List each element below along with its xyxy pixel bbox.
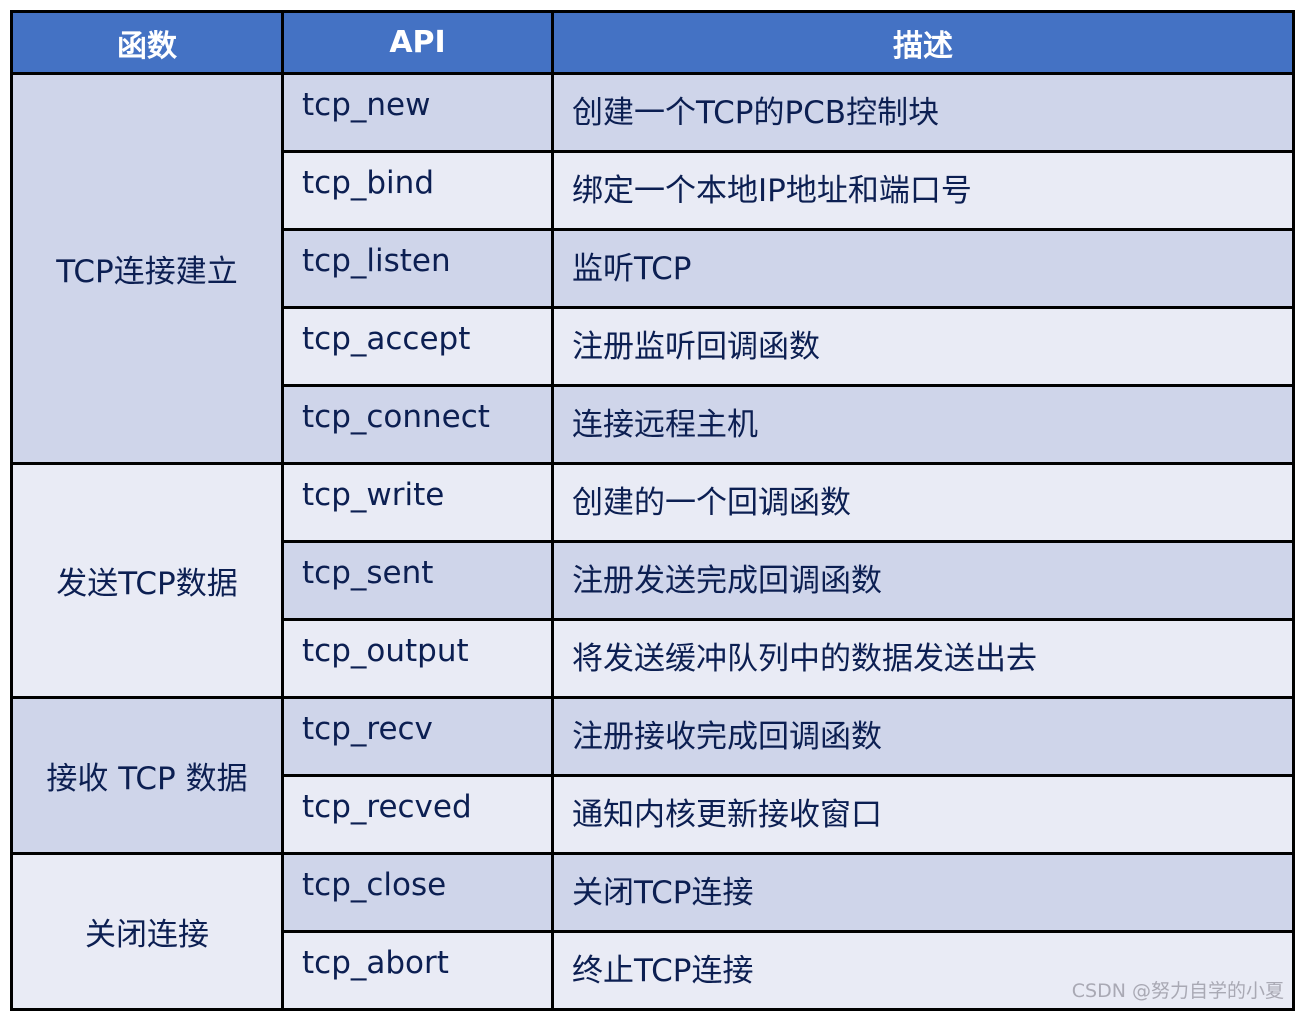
api-cell: tcp_write bbox=[281, 462, 554, 543]
api-cell: tcp_connect bbox=[281, 384, 554, 465]
description-cell: 将发送缓冲队列中的数据发送出去 bbox=[551, 618, 1295, 699]
group-cell: TCP连接建立 bbox=[10, 72, 284, 465]
table-row: 接收 TCP 数据 tcp_recv 注册接收完成回调函数 bbox=[10, 696, 1295, 855]
description-cell: 关闭TCP连接 bbox=[551, 852, 1295, 933]
api-cell: tcp_new bbox=[281, 72, 554, 153]
api-cell: tcp_output bbox=[281, 618, 554, 699]
header-api: API bbox=[281, 10, 554, 75]
group-cell: 接收 TCP 数据 bbox=[10, 696, 284, 855]
api-cell: tcp_bind bbox=[281, 150, 554, 231]
group-cell: 关闭连接 bbox=[10, 852, 284, 1011]
table-row: 关闭连接 tcp_close 关闭TCP连接 bbox=[10, 852, 1295, 1011]
watermark: CSDN @努力自学的小夏 bbox=[1071, 980, 1284, 1002]
description-cell: 通知内核更新接收窗口 bbox=[551, 774, 1295, 855]
tcp-api-table: 函数 API 描述 TCP连接建立 tcp_new 创建一个TCP的PCB控制块… bbox=[10, 10, 1295, 1011]
description-cell: 创建一个TCP的PCB控制块 bbox=[551, 72, 1295, 153]
description-cell: 连接远程主机 bbox=[551, 384, 1295, 465]
description-cell: 注册接收完成回调函数 bbox=[551, 696, 1295, 777]
header-function: 函数 bbox=[10, 10, 284, 75]
table-row: 发送TCP数据 tcp_write 创建的一个回调函数 bbox=[10, 462, 1295, 699]
description-cell: 绑定一个本地IP地址和端口号 bbox=[551, 150, 1295, 231]
description-cell: 监听TCP bbox=[551, 228, 1295, 309]
api-cell: tcp_recv bbox=[281, 696, 554, 777]
header-description: 描述 bbox=[551, 10, 1295, 75]
api-cell: tcp_abort bbox=[281, 930, 554, 1011]
api-cell: tcp_listen bbox=[281, 228, 554, 309]
api-cell: tcp_sent bbox=[281, 540, 554, 621]
table-row: TCP连接建立 tcp_new 创建一个TCP的PCB控制块 bbox=[10, 72, 1295, 465]
description-cell: 注册发送完成回调函数 bbox=[551, 540, 1295, 621]
description-cell: 注册监听回调函数 bbox=[551, 306, 1295, 387]
api-cell: tcp_close bbox=[281, 852, 554, 933]
group-cell: 发送TCP数据 bbox=[10, 462, 284, 699]
api-cell: tcp_recved bbox=[281, 774, 554, 855]
api-cell: tcp_accept bbox=[281, 306, 554, 387]
header-row: 函数 API 描述 bbox=[10, 10, 1295, 75]
description-cell: 创建的一个回调函数 bbox=[551, 462, 1295, 543]
